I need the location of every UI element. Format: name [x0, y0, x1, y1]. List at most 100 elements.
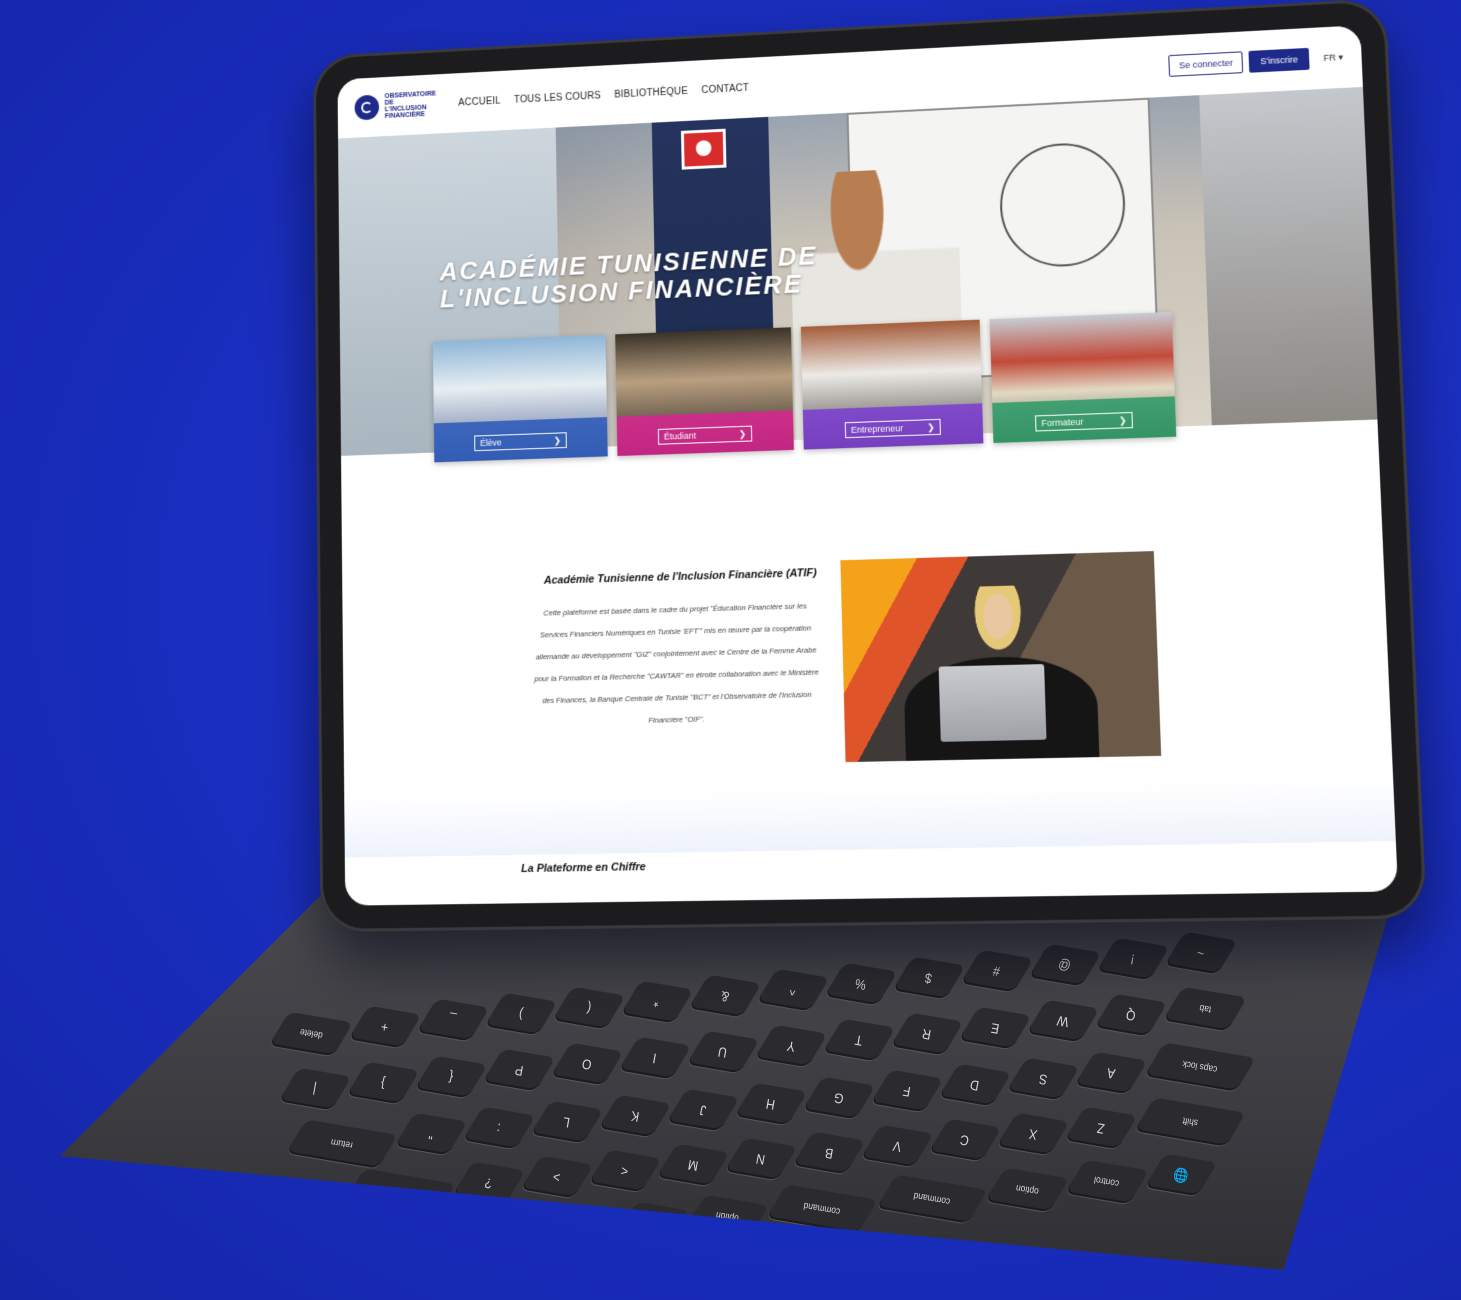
nav-link-contact[interactable]: CONTACT: [701, 82, 749, 95]
keyboard-key: caps lock: [1143, 1042, 1257, 1092]
keyboard-key: W: [1026, 1000, 1100, 1043]
keyboard-key: Y: [754, 1024, 828, 1068]
keyboard-key: ▶: [480, 1213, 554, 1257]
keyboard-key: command: [875, 1174, 989, 1225]
keyboard-key: D: [938, 1063, 1012, 1107]
keyboard-key: 🌐: [1144, 1153, 1218, 1197]
card-eleve[interactable]: Élève ❯: [432, 334, 608, 463]
keyboard-key: %: [824, 962, 898, 1006]
keyboard-key: ^: [756, 968, 830, 1012]
tablet-screen: OBSERVATOIRE DE L'INCLUSION FINANCIÈRE A…: [337, 25, 1399, 906]
keyboard-key: >: [520, 1155, 594, 1199]
keyboard-key: V: [860, 1125, 934, 1168]
nav-link-tous-les-cours[interactable]: TOUS LES COURS: [514, 90, 601, 105]
keyboard-key: return: [285, 1119, 399, 1169]
keyboard-key: !: [1096, 937, 1170, 981]
card-label: Élève: [479, 437, 502, 449]
keyboard-key: F: [870, 1070, 944, 1113]
keyboard-key: shift: [343, 1168, 457, 1218]
keyboard-key: A: [1074, 1051, 1148, 1095]
keyboard-key: $: [892, 956, 966, 999]
keyboard-key: option: [684, 1194, 770, 1239]
card-entrepreneur[interactable]: Entrepreneur ❯: [800, 319, 984, 450]
card-button-etudiant[interactable]: Étudiant ❯: [657, 425, 753, 445]
keyboard-key: L: [530, 1100, 604, 1144]
keyboard-key: <: [588, 1149, 662, 1193]
keyboard-cover: ~! @ # $% ^ & *() _ + delete tab Q W E R T Y U I O P{} | caps …: [60, 890, 1390, 1270]
about-title: Académie Tunisienne de l'Inclusion Finan…: [543, 566, 817, 587]
keyboard-key: &: [688, 974, 762, 1018]
keyboard-key: ▲▼: [548, 1207, 622, 1251]
tablet: OBSERVATOIRE DE L'INCLUSION FINANCIÈRE A…: [313, 0, 1427, 933]
card-formateur[interactable]: Formateur ❯: [989, 311, 1177, 444]
keyboard-key: ": [394, 1112, 468, 1156]
keyboard-key: O: [550, 1042, 624, 1086]
keyboard-key: C: [928, 1118, 1002, 1162]
keyboard-key: I: [618, 1036, 692, 1080]
tunisia-flag-icon: [680, 128, 727, 170]
keyboard-key: tab: [1162, 986, 1248, 1032]
login-button[interactable]: Se connecter: [1168, 51, 1244, 77]
language-selector[interactable]: FR ▾: [1323, 52, 1343, 64]
card-button-eleve[interactable]: Élève ❯: [474, 432, 567, 452]
keyboard-key: #: [960, 950, 1034, 993]
keyboard-key: :: [462, 1106, 536, 1150]
keyboard-key: shift: [1133, 1097, 1247, 1147]
keyboard-key: @: [1028, 944, 1102, 987]
keyboard-key: option: [984, 1167, 1070, 1212]
logo-text: OBSERVATOIRE DE L'INCLUSION FINANCIÈRE: [384, 90, 437, 120]
keyboard-key: X: [996, 1112, 1070, 1156]
keyboard-key: ): [484, 992, 558, 1036]
keyboard-key: H: [734, 1082, 808, 1125]
about-photo: [840, 551, 1162, 763]
register-button[interactable]: S'inscrire: [1248, 47, 1310, 73]
keyboard-key: |: [278, 1067, 352, 1111]
keyboard-key: R: [890, 1012, 964, 1055]
card-label: Entrepreneur: [850, 423, 904, 435]
section-divider: [344, 778, 1396, 858]
keyboard-key: B: [792, 1131, 866, 1174]
hero-photo-audience: [1199, 86, 1378, 426]
keyboard-key: J: [666, 1088, 740, 1132]
chevron-right-icon: ❯: [553, 434, 561, 445]
keyboard-key: delete: [268, 1011, 354, 1057]
device-mockup: ~! @ # $% ^ & *() _ + delete tab Q W E R T Y U I O P{} | caps …: [0, 0, 1461, 1300]
keyboard-key: M: [656, 1143, 730, 1187]
chevron-right-icon: ❯: [926, 421, 935, 432]
keyboard-keys: ~! @ # $% ^ & *() _ + delete tab Q W E R T Y U I O P{} | caps …: [60, 890, 1390, 1270]
keyboard-key: +: [348, 1005, 422, 1048]
keyboard-key: control: [1064, 1160, 1150, 1205]
keyboard-key: G: [802, 1076, 876, 1119]
keyboard-key: N: [724, 1137, 798, 1180]
nav-link-bibliotheque[interactable]: BIBLIOTHÈQUE: [614, 86, 688, 100]
keyboard-key: }: [346, 1061, 420, 1104]
stats-section-title: La Plateforme en Chiffre: [521, 861, 646, 876]
keyboard-key: command: [765, 1184, 879, 1234]
keyboard-key: E: [958, 1006, 1032, 1049]
nav-link-accueil[interactable]: ACCUEIL: [458, 95, 501, 108]
card-etudiant[interactable]: Étudiant ❯: [615, 327, 794, 457]
chevron-right-icon: ❯: [1118, 414, 1127, 426]
site-logo[interactable]: OBSERVATOIRE DE L'INCLUSION FINANCIÈRE: [354, 90, 437, 122]
keyboard-key: _: [416, 999, 490, 1042]
card-button-formateur[interactable]: Formateur ❯: [1035, 411, 1133, 432]
keyboard-key: P: [482, 1049, 556, 1092]
keyboard-key: ?: [452, 1161, 526, 1205]
card-label: Étudiant: [663, 430, 697, 442]
whiteboard-drawing: [998, 140, 1128, 270]
laptop-icon: [938, 664, 1047, 742]
keyboard-key: S: [1006, 1057, 1080, 1101]
keyboard-key: (: [552, 986, 626, 1030]
keyboard-key: K: [598, 1094, 672, 1138]
keyboard-key: T: [822, 1018, 896, 1062]
keyboard-key: Q: [1094, 993, 1168, 1037]
keyboard-key: {: [414, 1055, 488, 1098]
about-text: Cette plateforme est basée dans le cadre…: [534, 601, 819, 725]
keyboard-key: U: [686, 1030, 760, 1074]
keyboard-key: *: [620, 980, 694, 1024]
card-button-entrepreneur[interactable]: Entrepreneur ❯: [844, 418, 941, 439]
chevron-right-icon: ❯: [738, 428, 747, 439]
card-label: Formateur: [1041, 416, 1084, 429]
keyboard-key: ◀: [616, 1201, 690, 1244]
